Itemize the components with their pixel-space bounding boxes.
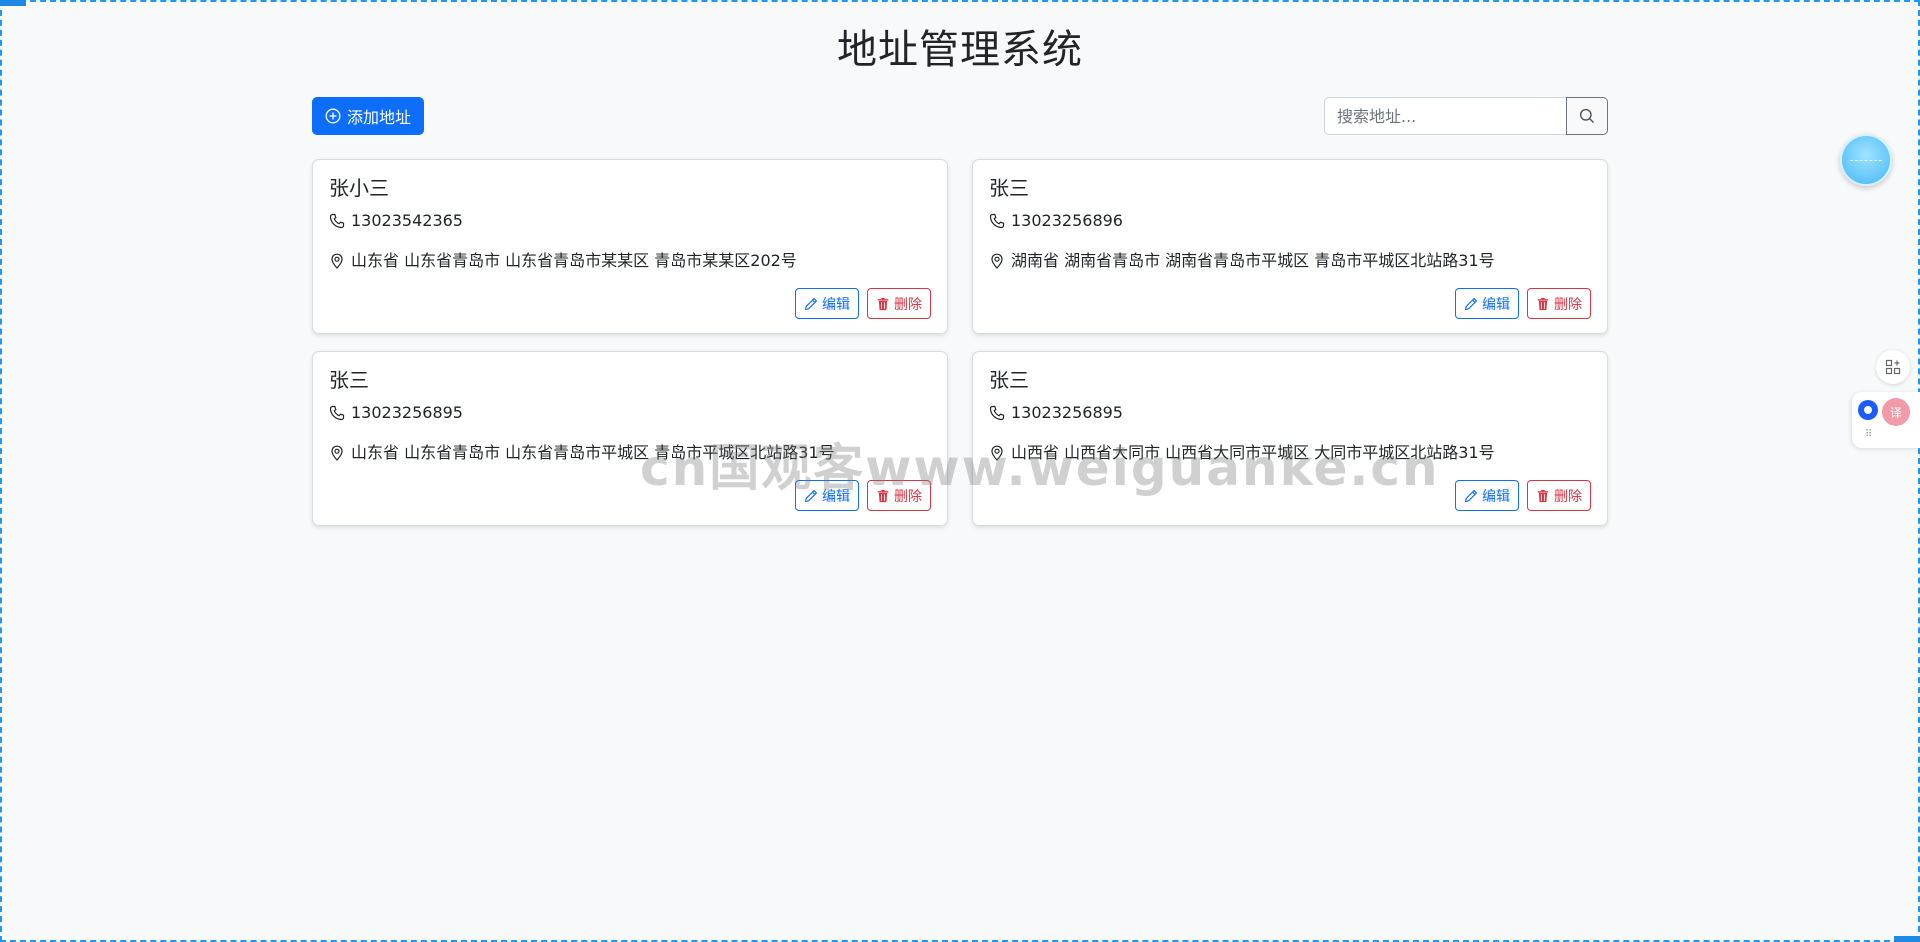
address-text: 山西省 山西省大同市 山西省大同市平城区 大同市平城区北站路31号 [1011,443,1495,462]
app-grid-add-icon [1885,359,1901,375]
delete-label: 删除 [1554,488,1582,505]
add-address-button[interactable]: 添加地址 [312,97,425,135]
translate-label: 译 [1889,405,1902,420]
card-actions: 编辑 删除 [1455,480,1591,511]
delete-label: 删除 [894,488,922,505]
search-group [1324,97,1608,135]
pencil-icon [1464,489,1478,503]
translate-button[interactable]: 译 [1882,398,1910,426]
contact-address: 山西省 山西省大同市 山西省大同市平城区 大同市平城区北站路31号 [989,442,1495,464]
contact-name: 张三 [329,368,369,392]
contact-name: 张三 [989,176,1029,200]
contact-name: 张小三 [329,176,389,200]
telephone-icon [989,213,1005,229]
contact-phone: 13023256895 [989,402,1123,424]
phone-number: 13023256895 [351,403,463,422]
address-card: 张三 13023256895 山西省 山西省大同市 山西省大同市平城区 大同市平… [972,351,1608,526]
telephone-icon [989,405,1005,421]
frame-corner [0,0,26,6]
address-card: 张小三 13023542365 山东省 山东省青岛市 山东省青岛市某某区 青岛市… [312,159,948,334]
contact-address: 湖南省 湖南省青岛市 湖南省青岛市平城区 青岛市平城区北站路31号 [989,250,1495,272]
plus-circle-icon [325,108,341,124]
phone-number: 13023542365 [351,211,463,230]
address-card-grid: 张小三 13023542365 山东省 山东省青岛市 山东省青岛市某某区 青岛市… [312,159,1608,526]
delete-button[interactable]: 删除 [867,288,931,319]
floating-assistant-ball[interactable] [1840,134,1892,186]
contact-name: 张三 [989,368,1029,392]
geo-pin-icon [989,445,1005,461]
drag-handle-icon[interactable]: ⠿ [1865,430,1872,440]
delete-button[interactable]: 删除 [1527,288,1591,319]
phone-number: 13023256896 [1011,211,1123,230]
trash-icon [1536,297,1550,311]
geo-pin-icon [989,253,1005,269]
chat-bubble-icon[interactable] [1858,400,1878,420]
delete-label: 删除 [894,296,922,313]
card-actions: 编辑 删除 [1455,288,1591,319]
geo-pin-icon [329,253,345,269]
edit-button[interactable]: 编辑 [1455,288,1519,319]
edit-button[interactable]: 编辑 [1455,480,1519,511]
trash-icon [1536,489,1550,503]
trash-icon [876,489,890,503]
edit-label: 编辑 [1482,296,1510,313]
side-app-grid-button[interactable] [1876,350,1910,384]
pencil-icon [804,489,818,503]
contact-phone: 13023256895 [329,402,463,424]
delete-button[interactable]: 删除 [1527,480,1591,511]
search-input[interactable] [1324,97,1566,135]
card-actions: 编辑 删除 [795,288,931,319]
trash-icon [876,297,890,311]
frame-corner [1894,936,1920,942]
address-text: 山东省 山东省青岛市 山东省青岛市平城区 青岛市平城区北站路31号 [351,443,835,462]
edit-button[interactable]: 编辑 [795,288,859,319]
geo-pin-icon [329,445,345,461]
contact-address: 山东省 山东省青岛市 山东省青岛市平城区 青岛市平城区北站路31号 [329,442,835,464]
pencil-icon [804,297,818,311]
ball-divider [1850,160,1882,161]
address-card: 张三 13023256896 湖南省 湖南省青岛市 湖南省青岛市平城区 青岛市平… [972,159,1608,334]
search-icon [1579,108,1595,124]
page-title: 地址管理系统 [837,27,1083,73]
address-card: 张三 13023256895 山东省 山东省青岛市 山东省青岛市平城区 青岛市平… [312,351,948,526]
pencil-icon [1464,297,1478,311]
toolbar: 添加地址 [312,97,1608,135]
search-button[interactable] [1566,97,1608,135]
delete-button[interactable]: 删除 [867,480,931,511]
delete-label: 删除 [1554,296,1582,313]
edit-label: 编辑 [822,488,850,505]
address-text: 湖南省 湖南省青岛市 湖南省青岛市平城区 青岛市平城区北站路31号 [1011,251,1495,270]
contact-address: 山东省 山东省青岛市 山东省青岛市某某区 青岛市某某区202号 [329,250,797,272]
add-address-label: 添加地址 [347,108,412,127]
card-actions: 编辑 删除 [795,480,931,511]
phone-number: 13023256895 [1011,403,1123,422]
edit-label: 编辑 [822,296,850,313]
edit-button[interactable]: 编辑 [795,480,859,511]
telephone-icon [329,405,345,421]
contact-phone: 13023256896 [989,210,1123,232]
telephone-icon [329,213,345,229]
address-text: 山东省 山东省青岛市 山东省青岛市某某区 青岛市某某区202号 [351,251,797,270]
contact-phone: 13023542365 [329,210,463,232]
side-floating-panel: 译 ⠿ [1852,392,1920,448]
edit-label: 编辑 [1482,488,1510,505]
